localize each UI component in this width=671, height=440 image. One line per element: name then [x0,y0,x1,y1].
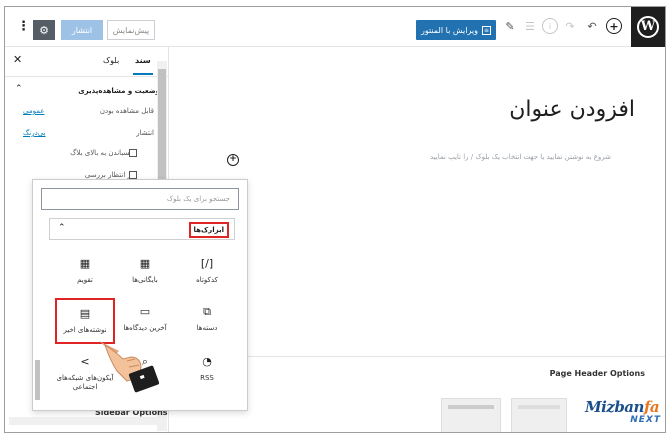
undo-icon[interactable]: ↶ [584,18,600,34]
layout-thumb-1[interactable] [441,398,501,432]
visibility-label: قابل مشاهده بودن [99,107,154,115]
brand-logo: Mizbanfa NEXT [585,397,665,431]
latest-posts-icon: ▤ [79,307,91,320]
calendar-icon: ▦ [79,257,91,270]
elementor-label: ویرایش با المنتور [420,25,478,35]
edit-with-elementor-button[interactable]: ویرایش با المنتور ≡ [416,20,496,40]
comments-icon: ▭ [139,305,151,318]
block-label: نوشته‌های اخیر [63,326,107,334]
stick-to-top-label: چسباندن به بالای بلاگ [70,149,134,157]
wordpress-logo-icon: W [637,16,659,38]
redo-icon[interactable]: ↷ [562,18,578,34]
block-label: دسته‌ها [196,324,218,332]
archives-icon: ▦ [139,257,151,270]
top-toolbar: W + ↶ ↷ i ☰ ✎ ویرایش با المنتور ≡ پیش‌نم… [5,7,665,47]
brand-name: Mizbanfa [585,398,660,416]
publish-value-link[interactable]: بی‌درنگ [23,129,46,137]
block-categories[interactable]: ⧉ دسته‌ها [177,298,237,348]
block-rss[interactable]: ◔ RSS [177,348,237,398]
inserter-scrollbar[interactable] [35,360,40,400]
layout-thumb-2[interactable] [511,398,567,432]
block-calendar[interactable]: ▦ تقویم [55,250,115,300]
shortcode-icon: [/] [200,257,214,270]
publish-label: انتشار [136,129,154,137]
chevron-up-icon[interactable]: ⌃ [15,84,23,94]
body-placeholder[interactable]: شروع به نوشتن نمایید یا جهت انتخاب یک بل… [430,153,611,161]
rss-icon: ◔ [202,355,212,368]
brand-tag: NEXT [630,415,661,425]
block-search-input[interactable]: جستجو برای یک بلوک [41,188,239,210]
block-label: آخرین دیدگاه‌ها [123,324,167,332]
sidebar-tabs: سند بلوک ✕ [5,47,169,77]
visibility-value-link[interactable]: عمومی [23,107,44,115]
tab-document[interactable]: سند [133,56,153,75]
pending-review-label: در انتظار بررسی [84,171,134,179]
widgets-category-label: ابزارک‌ها [188,222,229,238]
inline-add-block-icon[interactable]: + [227,154,239,166]
chevron-up-icon: ⌃ [58,223,66,233]
more-options-kebab-icon[interactable]: ⋮ [17,19,30,34]
post-title-placeholder[interactable]: افزودن عنوان [509,97,635,122]
gear-icon[interactable]: ⚙ [33,20,55,40]
block-label: تقویم [77,276,93,284]
categories-icon: ⧉ [203,305,211,318]
list-view-icon[interactable]: ☰ [522,18,538,34]
widgets-category-header[interactable]: ⌃ ابزارک‌ها [49,218,235,240]
block-label: بایگانی‌ها [132,276,158,284]
wordpress-logo[interactable]: W [631,7,665,47]
block-label: RSS [200,374,214,382]
add-block-plus-icon[interactable]: + [606,18,622,34]
stick-to-top-checkbox[interactable] [129,149,137,157]
block-label: کدکوتاه [196,276,218,284]
close-icon[interactable]: ✕ [13,53,22,66]
status-visibility-panel-title[interactable]: وضعیت و مشاهده‌پذیری [78,87,160,95]
sidebar-horizontal-scrollbar[interactable] [9,417,159,425]
publish-button[interactable]: انتشار [61,20,103,40]
meta-box-divider [243,356,665,357]
pointing-hand-icon [99,341,160,393]
elementor-icon: ≡ [482,25,491,35]
editor-window: W + ↶ ↷ i ☰ ✎ ویرایش با المنتور ≡ پیش‌نم… [4,6,666,433]
block-shortcode[interactable]: [/] کدکوتاه [177,250,237,300]
pending-review-checkbox[interactable] [129,171,137,179]
tab-block[interactable]: بلوک [103,56,119,65]
edit-pencil-icon[interactable]: ✎ [502,18,518,34]
preview-button[interactable]: پیش‌نمایش [107,20,155,40]
share-icon: < [80,355,90,368]
page-header-options-title[interactable]: Page Header Options [550,369,645,378]
block-archives[interactable]: ▦ بایگانی‌ها [115,250,175,300]
info-icon[interactable]: i [542,18,558,34]
